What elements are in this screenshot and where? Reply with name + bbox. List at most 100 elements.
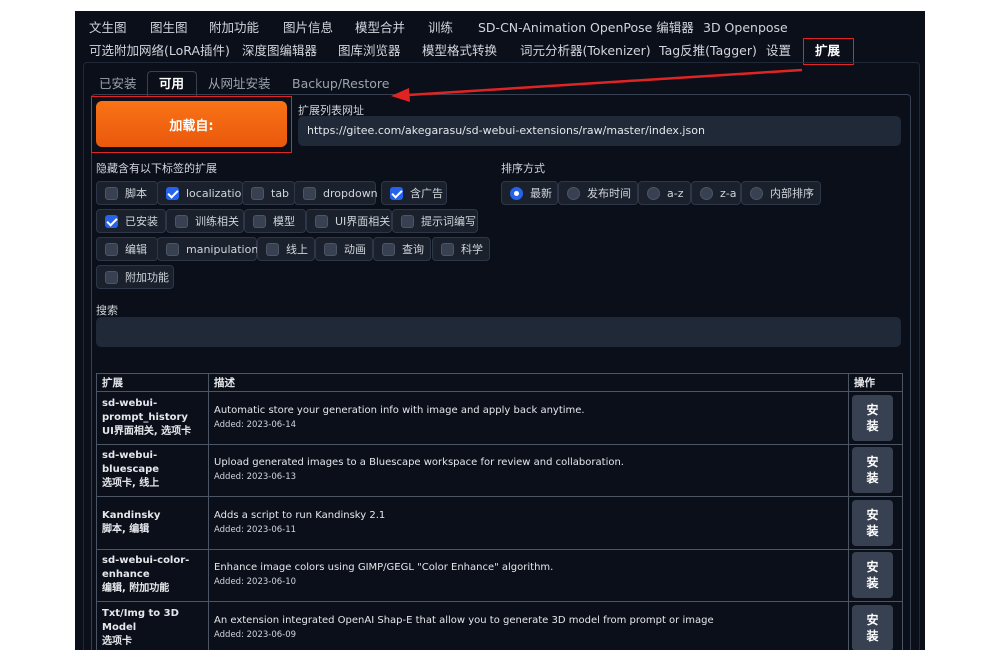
checkbox-icon bbox=[253, 214, 266, 228]
hide-tag-training[interactable]: 训练相关 bbox=[166, 209, 244, 233]
hide-tag-label: 线上 bbox=[286, 243, 308, 256]
hide-tag-label: UI界面相关 bbox=[335, 215, 391, 228]
description-cell: Upload generated images to a Bluescape w… bbox=[208, 443, 849, 497]
search-input[interactable] bbox=[96, 317, 901, 347]
extension-description: Adds a script to run Kandinsky 2.1 bbox=[214, 509, 386, 521]
sort-internal-order[interactable]: 内部排序 bbox=[741, 181, 821, 205]
hide-tag-science[interactable]: 科学 bbox=[432, 237, 490, 261]
extension-name[interactable]: Kandinsky bbox=[102, 509, 203, 523]
hide-tag-label: 含广告 bbox=[410, 187, 443, 200]
extension-tags: 选项卡, 线上 bbox=[102, 478, 160, 490]
extension-name[interactable]: sd-webui-prompt_history bbox=[102, 397, 203, 425]
sort-release-date[interactable]: 发布时间 bbox=[558, 181, 638, 205]
table-row: sd-webui-prompt_history UI界面相关, 选项卡 Autom… bbox=[96, 391, 903, 445]
extension-name[interactable]: sd-webui-color-enhance bbox=[102, 554, 203, 582]
sort-option-label: 最新 bbox=[530, 187, 552, 200]
hide-tag-label: 查询 bbox=[402, 243, 424, 256]
radio-icon bbox=[700, 186, 713, 200]
extension-name[interactable]: Txt/Img to 3D Model bbox=[102, 607, 203, 635]
extension-tags: 编辑, 附加功能 bbox=[102, 583, 170, 595]
hide-tag-prompting[interactable]: 提示词编写 bbox=[392, 209, 478, 233]
action-cell: 安装 bbox=[848, 601, 903, 650]
sort-option-label: 内部排序 bbox=[770, 187, 814, 200]
hide-tag-script[interactable]: 脚本 bbox=[96, 181, 158, 205]
extension-name[interactable]: sd-webui-bluescape bbox=[102, 449, 203, 477]
extension-description: Enhance image colors using GIMP/GEGL "Co… bbox=[214, 562, 554, 574]
install-button[interactable]: 安装 bbox=[852, 604, 893, 650]
hide-tag-online[interactable]: 线上 bbox=[257, 237, 315, 261]
action-cell: 安装 bbox=[848, 496, 903, 550]
hide-tag-dropdown[interactable]: dropdown bbox=[294, 181, 378, 205]
checkbox-icon bbox=[315, 214, 328, 228]
hide-tag-installed[interactable]: 已安装 bbox=[96, 209, 166, 233]
checkbox-icon bbox=[303, 186, 316, 200]
extension-added-date: Added: 2023-06-14 bbox=[214, 419, 297, 430]
description-cell: Automatic store your generation info wit… bbox=[208, 391, 849, 445]
extension-cell: sd-webui-color-enhance 编辑, 附加功能 bbox=[96, 548, 209, 602]
hide-tag-editing[interactable]: 编辑 bbox=[96, 237, 158, 261]
checkbox-icon bbox=[105, 242, 118, 256]
extensions-table: 扩展 描述 操作 sd-webui-prompt_history UI界面相关, … bbox=[96, 373, 903, 650]
sort-z-a[interactable]: z-a bbox=[691, 181, 741, 205]
checkbox-icon bbox=[401, 214, 414, 228]
header-action: 操作 bbox=[848, 373, 903, 392]
action-cell: 安装 bbox=[848, 443, 903, 497]
install-button[interactable]: 安装 bbox=[852, 394, 893, 441]
radio-selected-icon bbox=[510, 186, 523, 200]
hide-tag-label: manipulations bbox=[186, 242, 265, 256]
extension-added-date: Added: 2023-06-10 bbox=[214, 577, 297, 588]
table-row: sd-webui-color-enhance 编辑, 附加功能 Enhance i… bbox=[96, 548, 903, 602]
description-cell: Adds a script to run Kandinsky 2.1 Added:… bbox=[208, 496, 849, 550]
extension-added-date: Added: 2023-06-09 bbox=[214, 629, 297, 640]
hide-tag-animation[interactable]: 动画 bbox=[315, 237, 373, 261]
checkbox-icon bbox=[175, 214, 188, 228]
table-row: Txt/Img to 3D Model 选项卡 An extension inte… bbox=[96, 601, 903, 650]
hide-tag-label: 脚本 bbox=[125, 187, 147, 200]
search-label: 搜索 bbox=[96, 304, 118, 317]
checkbox-icon bbox=[251, 186, 264, 200]
header-description: 描述 bbox=[208, 373, 849, 392]
hide-tag-label: 训练相关 bbox=[195, 215, 239, 228]
hide-tag-label: localization bbox=[186, 186, 249, 200]
hide-tag-manipulations[interactable]: manipulations bbox=[157, 237, 264, 261]
checkbox-icon bbox=[166, 242, 179, 256]
radio-icon bbox=[567, 186, 580, 200]
hide-tag-label: dropdown bbox=[323, 186, 378, 200]
checkbox-icon bbox=[324, 242, 337, 256]
webui-window: 文生图 图生图 附加功能 图片信息 模型合并 训练 SD-CN-Animatio… bbox=[75, 11, 925, 650]
hide-tag-extras[interactable]: 附加功能 bbox=[96, 265, 174, 289]
extension-cell: Txt/Img to 3D Model 选项卡 bbox=[96, 601, 209, 650]
sort-a-z[interactable]: a-z bbox=[638, 181, 691, 205]
hide-tag-query[interactable]: 查询 bbox=[373, 237, 431, 261]
description-cell: An extension integrated OpenAI Shap-E th… bbox=[208, 601, 849, 650]
sort-label: 排序方式 bbox=[501, 162, 545, 175]
sort-option-label: 发布时间 bbox=[587, 187, 631, 200]
sort-option-label: a-z bbox=[667, 186, 684, 200]
radio-icon bbox=[750, 186, 763, 200]
hide-tag-ads[interactable]: 含广告 bbox=[381, 181, 447, 205]
install-button[interactable]: 安装 bbox=[852, 552, 893, 599]
install-button[interactable]: 安装 bbox=[852, 447, 893, 494]
hide-tag-label: 已安装 bbox=[125, 215, 158, 228]
checkbox-icon bbox=[105, 270, 118, 284]
description-cell: Enhance image colors using GIMP/GEGL "Co… bbox=[208, 548, 849, 602]
extension-description: Upload generated images to a Bluescape w… bbox=[214, 457, 624, 469]
install-button[interactable]: 安装 bbox=[852, 499, 893, 546]
extension-description: An extension integrated OpenAI Shap-E th… bbox=[214, 614, 714, 626]
checkbox-icon bbox=[266, 242, 279, 256]
hide-tag-localization[interactable]: localization bbox=[157, 181, 248, 205]
extension-tags: UI界面相关, 选项卡 bbox=[102, 425, 192, 437]
hide-tag-label: 编辑 bbox=[125, 243, 147, 256]
hide-tag-models[interactable]: 模型 bbox=[244, 209, 306, 233]
table-row: Kandinsky 脚本, 编辑 Adds a script to run Kan… bbox=[96, 496, 903, 550]
hide-tag-tab[interactable]: tab bbox=[242, 181, 295, 205]
sort-newest[interactable]: 最新 bbox=[501, 181, 558, 205]
checkbox-checked-icon bbox=[105, 214, 118, 228]
hide-tag-ui-related[interactable]: UI界面相关 bbox=[306, 209, 392, 233]
extension-cell: sd-webui-bluescape 选项卡, 线上 bbox=[96, 443, 209, 497]
extension-list-url-input[interactable]: https://gitee.com/akegarasu/sd-webui-ext… bbox=[298, 116, 901, 146]
hide-tag-label: tab bbox=[271, 186, 290, 200]
action-cell: 安装 bbox=[848, 548, 903, 602]
hide-tag-label: 科学 bbox=[461, 243, 483, 256]
hide-tags-label: 隐藏含有以下标签的扩展 bbox=[96, 162, 217, 175]
